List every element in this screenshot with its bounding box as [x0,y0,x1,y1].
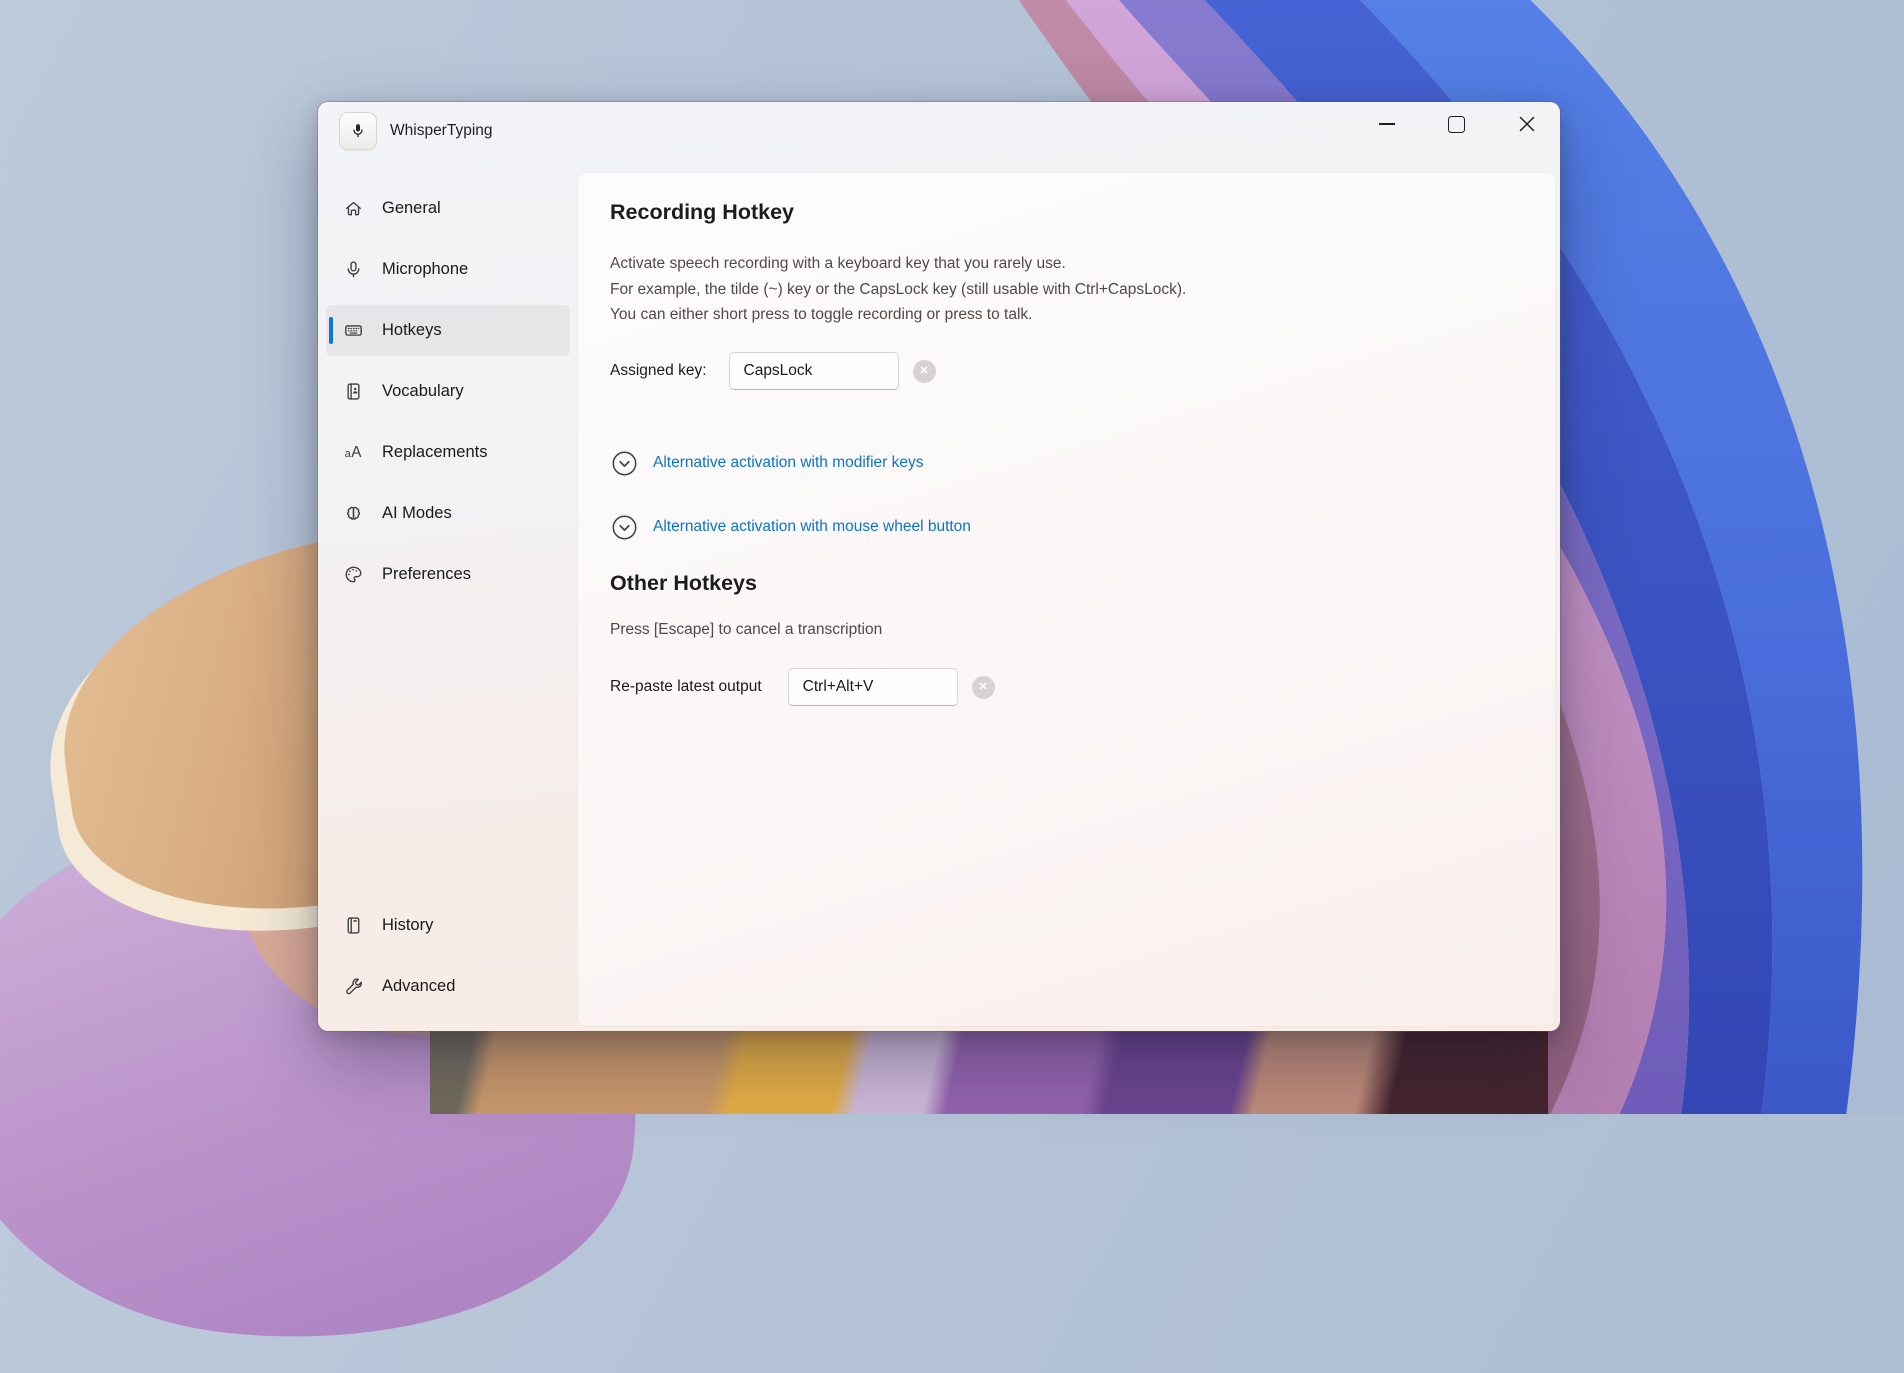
wrench-icon [342,976,364,998]
sidebar-item-label: General [382,199,441,217]
sidebar-item-label: Preferences [382,565,471,583]
description-line: Activate speech recording with a keyboar… [610,255,1066,272]
sidebar-item-advanced[interactable]: Advanced [326,961,570,1012]
microphone-icon [342,259,364,281]
sidebar-item-vocabulary[interactable]: Vocabulary [326,366,570,417]
description-line: You can either short press to toggle rec… [610,306,1033,323]
sidebar-item-ai-modes[interactable]: AI Modes [326,488,570,539]
sidebar-item-microphone[interactable]: Microphone [326,244,570,295]
sidebar-item-replacements[interactable]: a A Replacements [326,427,570,478]
close-icon [1519,116,1534,132]
repaste-label: Re-paste latest output [610,678,762,695]
sidebar-item-label: Microphone [382,260,469,278]
settings-panel: Recording Hotkey Activate speech recordi… [578,173,1555,1026]
sidebar-item-label: History [382,916,434,934]
sidebar-item-general[interactable]: General [326,183,570,234]
repaste-hotkey-input[interactable] [787,668,958,706]
sidebar-item-label: Hotkeys [382,321,442,339]
repaste-row: Re-paste latest output ✕ [610,666,995,708]
assigned-key-row: Assigned key: ✕ [610,350,936,392]
expander-modifier-keys: Alternative activation with modifier key… [610,448,924,478]
sidebar-item-label: Advanced [382,977,456,995]
sidebar-item-label: Replacements [382,443,488,461]
titlebar: WhisperTyping [318,102,1560,160]
app-title: WhisperTyping [390,122,493,139]
microphone-icon [353,124,363,138]
text-case-icon: a A [342,442,364,464]
home-icon [342,198,364,220]
x-clear-icon: ✕ [978,680,988,693]
journal-icon [342,381,364,403]
assigned-key-label: Assigned key: [610,362,707,379]
maximize-icon [1448,115,1465,133]
keyboard-icon [342,320,364,342]
x-clear-icon: ✕ [919,364,929,377]
expander-mouse-wheel: Alternative activation with mouse wheel … [610,512,971,542]
recording-hotkey-description: Activate speech recording with a keyboar… [610,251,1186,328]
app-logo [340,113,376,149]
other-hotkeys-heading: Other Hotkeys [610,571,757,595]
window-controls [1364,104,1549,144]
chevron-down-circle-icon[interactable] [610,449,639,478]
app-window: WhisperTyping General Microphone Hotkeys… [318,102,1560,1031]
minimize-button[interactable] [1364,104,1409,144]
maximize-button[interactable] [1434,104,1479,144]
expander-link-modifier-keys[interactable]: Alternative activation with modifier key… [653,454,924,472]
sidebar-item-label: AI Modes [382,504,452,522]
recording-hotkey-heading: Recording Hotkey [610,200,794,224]
escape-hint: Press [Escape] to cancel a transcription [610,621,883,638]
clear-repaste-button[interactable]: ✕ [971,675,995,699]
expander-link-mouse-wheel[interactable]: Alternative activation with mouse wheel … [653,518,971,536]
brain-icon [342,503,364,525]
palette-icon [342,564,364,586]
chevron-down-circle-icon[interactable] [610,513,639,542]
wallpaper-stripes [430,1028,1548,1114]
sidebar-item-preferences[interactable]: Preferences [326,549,570,600]
description-line: For example, the tilde (~) key or the Ca… [610,280,1187,298]
sidebar-item-label: Vocabulary [382,382,464,400]
close-button[interactable] [1504,104,1549,144]
notebook-icon [342,915,364,937]
sidebar-item-hotkeys[interactable]: Hotkeys [326,305,570,356]
assigned-key-input[interactable] [728,352,899,390]
svg-text:A: A [351,444,362,461]
minimize-icon [1378,123,1395,125]
sidebar-item-history[interactable]: History [326,900,570,951]
clear-assigned-key-button[interactable]: ✕ [912,359,936,383]
